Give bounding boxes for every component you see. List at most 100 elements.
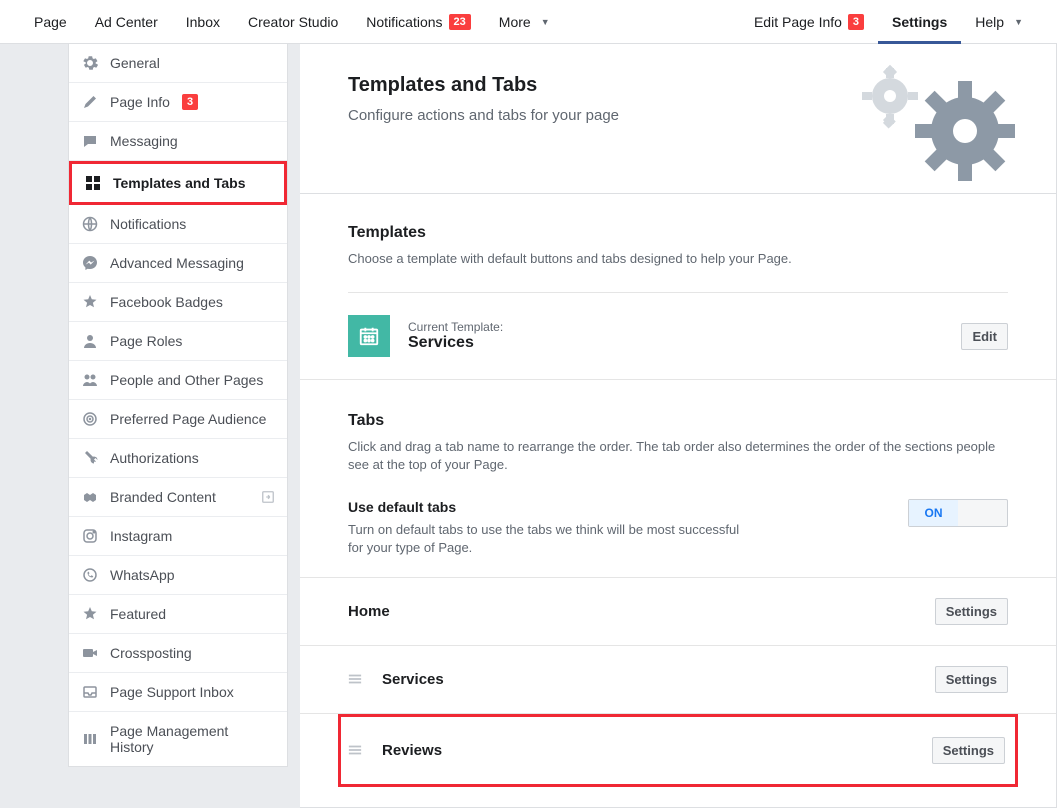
sidebar-item-notifications[interactable]: Notifications — [69, 205, 287, 244]
sidebar-item-label: Authorizations — [110, 450, 199, 466]
calendar-icon — [348, 315, 390, 357]
templates-heading: Templates — [348, 224, 1008, 242]
camera-icon — [82, 645, 98, 661]
toggle-off-half — [958, 500, 1007, 526]
template-info: Current Template: Services — [408, 320, 503, 352]
edit-template-button[interactable]: Edit — [961, 323, 1008, 350]
nav-label: Edit Page Info — [754, 14, 842, 30]
nav-help[interactable]: Help ▼ — [961, 0, 1037, 44]
whatsapp-icon — [82, 567, 98, 583]
sidebar-item-label: Templates and Tabs — [113, 175, 246, 191]
nav-page[interactable]: Page — [20, 0, 81, 44]
sidebar-item-badges[interactable]: Facebook Badges — [69, 283, 287, 322]
sidebar-item-label: Featured — [110, 606, 166, 622]
nav-label: Creator Studio — [248, 14, 338, 30]
nav-more[interactable]: More ▼ — [485, 0, 564, 44]
external-link-icon — [261, 490, 275, 504]
current-template-label: Current Template: — [408, 320, 503, 334]
tab-name: Home — [348, 603, 390, 620]
globe-icon — [82, 216, 98, 232]
sidebar-item-people-pages[interactable]: People and Other Pages — [69, 361, 287, 400]
sidebar-item-support-inbox[interactable]: Page Support Inbox — [69, 673, 287, 712]
sidebar-item-label: Advanced Messaging — [110, 255, 244, 271]
handshake-icon — [82, 489, 98, 505]
sidebar-item-authorizations[interactable]: Authorizations — [69, 439, 287, 478]
tab-settings-button[interactable]: Settings — [935, 666, 1008, 693]
sidebar-item-branded-content[interactable]: Branded Content — [69, 478, 287, 517]
nav-edit-page-info[interactable]: Edit Page Info 3 — [740, 0, 878, 44]
tab-settings-button[interactable]: Settings — [932, 737, 1005, 764]
instagram-icon — [82, 528, 98, 544]
sidebar-item-featured[interactable]: Featured — [69, 595, 287, 634]
page-info-badge: 3 — [182, 94, 198, 110]
tab-settings-button[interactable]: Settings — [935, 598, 1008, 625]
nav-label: More — [499, 14, 531, 30]
sidebar-item-label: Crossposting — [110, 645, 192, 661]
sidebar-item-templates-tabs[interactable]: Templates and Tabs — [69, 161, 287, 205]
sidebar-item-label: Preferred Page Audience — [110, 411, 266, 427]
nav-label: Help — [975, 14, 1004, 30]
nav-creator-studio[interactable]: Creator Studio — [234, 0, 352, 44]
star-icon — [82, 606, 98, 622]
left-column: General Page Info 3 Messaging Templates … — [0, 44, 300, 808]
sidebar-item-label: Page Info — [110, 94, 170, 110]
sidebar-item-label: People and Other Pages — [110, 372, 263, 388]
nav-ad-center[interactable]: Ad Center — [81, 0, 172, 44]
page-hero: Templates and Tabs Configure actions and… — [300, 44, 1057, 194]
sidebar-item-label: Facebook Badges — [110, 294, 223, 310]
nav-label: Ad Center — [95, 14, 158, 30]
sidebar-item-page-info[interactable]: Page Info 3 — [69, 83, 287, 122]
tab-name: Reviews — [382, 742, 442, 759]
default-tabs-desc: Turn on default tabs to use the tabs we … — [348, 521, 748, 557]
gear-decoration-icon — [850, 56, 1020, 186]
notifications-badge: 23 — [449, 14, 471, 30]
top-navigation: Page Ad Center Inbox Creator Studio Noti… — [0, 0, 1057, 44]
nav-notifications[interactable]: Notifications 23 — [352, 0, 485, 44]
tab-row-services[interactable]: Services Settings — [300, 646, 1056, 714]
sidebar-item-label: WhatsApp — [110, 567, 175, 583]
tab-row-reviews[interactable]: Reviews Settings — [338, 714, 1018, 787]
gear-icon — [82, 55, 98, 71]
chevron-down-icon: ▼ — [1014, 17, 1023, 27]
sidebar-item-page-roles[interactable]: Page Roles — [69, 322, 287, 361]
target-icon — [82, 411, 98, 427]
sidebar-item-management-history[interactable]: Page Management History — [69, 712, 287, 766]
wrench-icon — [82, 450, 98, 466]
current-template-name: Services — [408, 334, 503, 352]
sidebar-item-label: Notifications — [110, 216, 186, 232]
default-tabs-row: Use default tabs Turn on default tabs to… — [300, 487, 1056, 578]
tabs-section: Tabs Click and drag a tab name to rearra… — [300, 380, 1056, 486]
tabs-desc: Click and drag a tab name to rearrange t… — [348, 438, 1008, 474]
tab-row-home[interactable]: Home Settings — [300, 578, 1056, 646]
person-icon — [82, 333, 98, 349]
pencil-icon — [82, 94, 98, 110]
templates-desc: Choose a template with default buttons a… — [348, 250, 1008, 268]
main-layout: General Page Info 3 Messaging Templates … — [0, 44, 1057, 808]
edit-page-badge: 3 — [848, 14, 864, 30]
sidebar-item-general[interactable]: General — [69, 44, 287, 83]
sidebar-item-label: Page Management History — [110, 723, 274, 755]
nav-label: Page — [34, 14, 67, 30]
sidebar-item-label: Messaging — [110, 133, 178, 149]
nav-label: Inbox — [186, 14, 220, 30]
people-icon — [82, 372, 98, 388]
sidebar-item-advanced-messaging[interactable]: Advanced Messaging — [69, 244, 287, 283]
inbox-icon — [82, 684, 98, 700]
sidebar-item-instagram[interactable]: Instagram — [69, 517, 287, 556]
star-badge-icon — [82, 294, 98, 310]
drag-handle-icon[interactable] — [348, 743, 374, 757]
nav-inbox[interactable]: Inbox — [172, 0, 234, 44]
sidebar-item-preferred-audience[interactable]: Preferred Page Audience — [69, 400, 287, 439]
sidebar-item-label: Instagram — [110, 528, 172, 544]
sidebar-item-crossposting[interactable]: Crossposting — [69, 634, 287, 673]
default-tabs-toggle[interactable]: ON — [908, 499, 1008, 527]
drag-handle-icon[interactable] — [348, 672, 374, 686]
toggle-on-label: ON — [909, 500, 958, 526]
chevron-down-icon: ▼ — [541, 17, 550, 27]
settings-sidebar: General Page Info 3 Messaging Templates … — [68, 44, 288, 767]
sidebar-item-whatsapp[interactable]: WhatsApp — [69, 556, 287, 595]
nav-settings[interactable]: Settings — [878, 0, 961, 44]
default-tabs-heading: Use default tabs — [348, 499, 888, 515]
sidebar-item-messaging[interactable]: Messaging — [69, 122, 287, 161]
templates-section: Templates Choose a template with default… — [300, 204, 1056, 280]
